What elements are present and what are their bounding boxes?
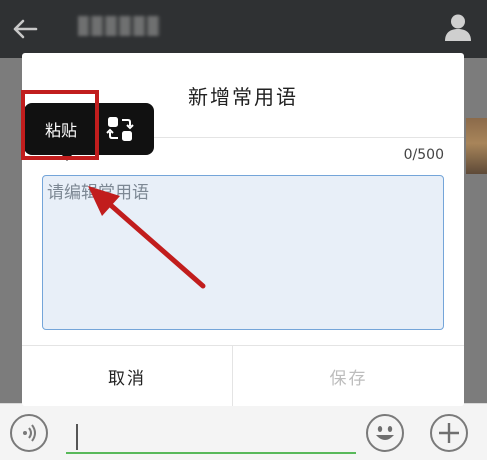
chat-input-bar bbox=[0, 403, 487, 460]
back-arrow-icon[interactable] bbox=[12, 18, 38, 40]
char-counter: 0/500 bbox=[403, 147, 444, 163]
user-profile-icon[interactable] bbox=[443, 12, 473, 42]
phrase-input[interactable] bbox=[42, 175, 444, 330]
highlight-box bbox=[21, 90, 99, 160]
chat-header bbox=[0, 0, 487, 58]
voice-button[interactable] bbox=[10, 414, 48, 452]
voice-icon bbox=[23, 424, 36, 442]
swap-icon[interactable] bbox=[106, 115, 134, 143]
message-thumbnail bbox=[466, 118, 487, 174]
text-cursor bbox=[76, 424, 78, 450]
emoji-button[interactable] bbox=[366, 414, 404, 452]
message-input[interactable] bbox=[66, 416, 356, 454]
more-button[interactable] bbox=[430, 414, 468, 452]
cancel-button[interactable]: 取消 bbox=[22, 346, 232, 406]
chat-title-redacted bbox=[78, 16, 160, 36]
emoji-icon bbox=[376, 426, 394, 440]
save-button[interactable]: 保存 bbox=[233, 346, 464, 406]
plus-icon bbox=[439, 423, 459, 443]
